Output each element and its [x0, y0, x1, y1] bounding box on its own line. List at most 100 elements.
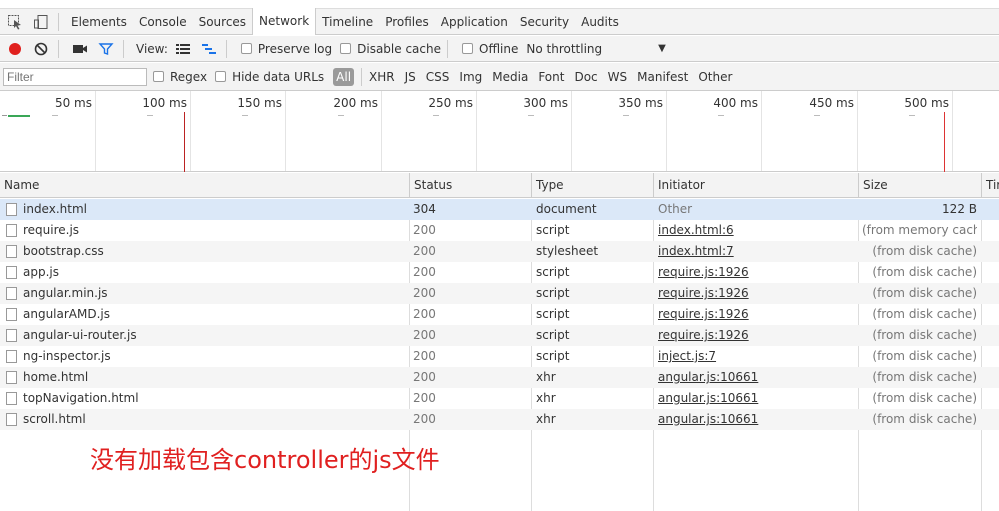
clear-button[interactable] [30, 38, 52, 60]
filter-type-font[interactable]: Font [538, 70, 564, 84]
cell-initiator[interactable]: inject.js:7 [658, 346, 853, 367]
tab-security[interactable]: Security [514, 9, 575, 35]
tab-audits[interactable]: Audits [575, 9, 625, 35]
cell-name: angularAMD.js [23, 307, 111, 321]
tab-timeline[interactable]: Timeline [316, 9, 379, 35]
cell-status: 200 [413, 307, 436, 321]
tab-network[interactable]: Network [252, 8, 317, 35]
cell-initiator[interactable]: index.html:7 [658, 241, 853, 262]
cell-type: document [536, 202, 597, 216]
cell-status: 200 [413, 370, 436, 384]
tab-elements[interactable]: Elements [65, 9, 133, 35]
file-icon [6, 266, 17, 279]
separator [58, 39, 59, 58]
table-row[interactable]: scroll.html 200 xhr angular.js:10661 (from d… [0, 409, 999, 430]
capture-screenshots-icon[interactable] [69, 38, 91, 60]
cell-name: bootstrap.css [23, 244, 104, 258]
cell-size: (from disk cache) [872, 349, 977, 363]
device-toolbar-icon[interactable] [30, 11, 52, 33]
throttling-select[interactable]: No throttling ▼ [526, 42, 665, 56]
cell-size: (from disk cache) [872, 328, 977, 342]
overview-tick-label: 150 ms [237, 96, 282, 110]
disable-cache-checkbox[interactable]: Disable cache [332, 42, 441, 56]
table-row[interactable]: topNavigation.html 200 xhr angular.js:10661… [0, 388, 999, 409]
cell-size: (from disk cache) [872, 412, 977, 426]
column-header-initiator[interactable]: Initiator [653, 173, 859, 198]
overview-gridline [285, 91, 286, 171]
cell-initiator[interactable]: require.js:1926 [658, 262, 853, 283]
filter-type-other[interactable]: Other [698, 70, 732, 84]
timeline-overview[interactable]: 50 ms 100 ms 150 ms 200 ms 250 ms 300 ms 350 m… [0, 91, 999, 172]
cell-size: 122 B [942, 202, 977, 216]
filter-type-js[interactable]: JS [405, 70, 416, 84]
table-row[interactable]: angularAMD.js 200 script require.js:1926 (fr… [0, 304, 999, 325]
record-button[interactable] [4, 38, 26, 60]
table-row[interactable]: ng-inspector.js 200 script inject.js:7 (from… [0, 346, 999, 367]
cell-initiator[interactable]: angular.js:10661 [658, 409, 853, 430]
table-row[interactable]: angular-ui-router.js 200 script require.js:… [0, 325, 999, 346]
overview-mark [814, 115, 820, 116]
overview-gridline [761, 91, 762, 171]
column-header-size[interactable]: Size [858, 173, 982, 198]
cell-initiator[interactable]: angular.js:10661 [658, 367, 853, 388]
hide-data-urls-checkbox[interactable]: Hide data URLs [207, 70, 324, 84]
cell-initiator[interactable]: require.js:1926 [658, 325, 853, 346]
filter-type-img[interactable]: Img [459, 70, 482, 84]
cell-type: script [536, 307, 570, 321]
preserve-log-checkbox[interactable]: Preserve log [233, 42, 332, 56]
cell-size: (from disk cache) [872, 307, 977, 321]
cell-initiator[interactable]: require.js:1926 [658, 304, 853, 325]
table-row[interactable]: bootstrap.css 200 stylesheet index.html:7 (f… [0, 241, 999, 262]
tab-profiles[interactable]: Profiles [379, 9, 435, 35]
checkbox-box[interactable] [340, 43, 352, 54]
filter-type-ws[interactable]: WS [608, 70, 627, 84]
column-header-status[interactable]: Status [409, 173, 532, 198]
tab-console[interactable]: Console [133, 9, 193, 35]
checkbox-box[interactable] [462, 43, 473, 54]
table-row[interactable]: app.js 200 script require.js:1926 (from disk… [0, 262, 999, 283]
filter-icon[interactable] [95, 38, 117, 60]
offline-checkbox[interactable]: Offline [454, 42, 518, 56]
table-row[interactable]: require.js 200 script index.html:6 (from mem… [0, 220, 999, 241]
filter-type-xhr[interactable]: XHR [369, 70, 395, 84]
overview-tick-label: 100 ms [142, 96, 187, 110]
waterfall-icon[interactable] [198, 38, 220, 60]
cell-name: ng-inspector.js [23, 349, 111, 363]
filter-type-media[interactable]: Media [492, 70, 528, 84]
column-header-name[interactable]: Name [0, 173, 410, 198]
overview-tick-label: 500 ms [904, 96, 949, 110]
cell-initiator[interactable]: require.js:1926 [658, 283, 853, 304]
overview-mark [718, 115, 724, 116]
filter-type-manifest[interactable]: Manifest [637, 70, 688, 84]
filter-type-all[interactable]: All [333, 67, 355, 86]
filter-type-doc[interactable]: Doc [574, 70, 597, 84]
overview-gridline [571, 91, 572, 171]
preserve-log-label: Preserve log [257, 41, 333, 56]
cell-status: 200 [413, 349, 436, 363]
table-row[interactable]: home.html 200 xhr angular.js:10661 (from dis… [0, 367, 999, 388]
tab-application[interactable]: Application [435, 9, 514, 35]
filter-type-css[interactable]: CSS [426, 70, 450, 84]
filter-input[interactable] [3, 67, 147, 86]
regex-label: Regex [170, 69, 208, 84]
overview-tick-label: 250 ms [428, 96, 473, 110]
cell-initiator[interactable]: angular.js:10661 [658, 388, 853, 409]
checkbox-box[interactable] [153, 71, 164, 82]
tab-sources[interactable]: Sources [193, 9, 252, 35]
table-row[interactable]: index.html 304 document Other 122 B [0, 199, 999, 220]
requests-table-header: Name Status Type Initiator Size Tir [0, 173, 999, 198]
column-header-type[interactable]: Type [531, 173, 654, 198]
checkbox-box[interactable] [240, 43, 252, 54]
inspect-element-icon[interactable] [4, 11, 26, 33]
cell-status: 200 [413, 412, 436, 426]
cell-initiator[interactable]: index.html:6 [658, 220, 853, 241]
hide-data-urls-label: Hide data URLs [232, 69, 325, 84]
column-header-time[interactable]: Tir [981, 173, 999, 198]
separator [447, 39, 448, 58]
table-row[interactable]: angular.min.js 200 script require.js:1926 (f… [0, 283, 999, 304]
file-icon [6, 287, 17, 300]
overview-gridline [666, 91, 667, 171]
large-rows-icon[interactable] [172, 38, 194, 60]
regex-checkbox[interactable]: Regex [145, 70, 207, 84]
checkbox-box[interactable] [215, 71, 227, 82]
